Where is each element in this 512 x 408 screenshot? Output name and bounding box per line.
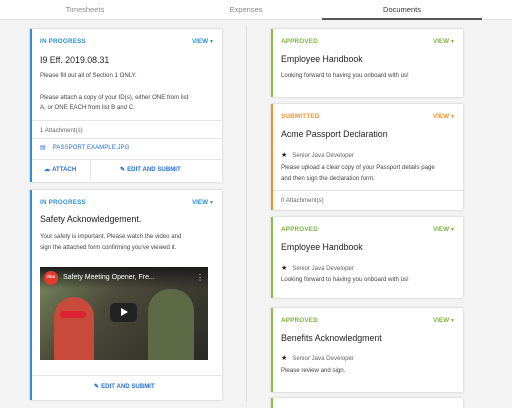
card-body-line: Please review and sign. bbox=[281, 367, 346, 374]
card-title: Employee Handbook bbox=[281, 242, 363, 252]
pencil-icon: ✎ bbox=[94, 383, 100, 390]
role-text: Senior Java Developer bbox=[292, 355, 354, 362]
role-label: ★ Senior Java Developer bbox=[281, 151, 354, 159]
card-title: Acme Passport Declaration bbox=[281, 129, 388, 139]
card-body-line: Looking forward to having you onboard wi… bbox=[281, 72, 409, 79]
status-badge: APPROVED bbox=[281, 226, 318, 233]
view-dropdown[interactable]: VIEW▼ bbox=[433, 113, 455, 120]
document-card-partial bbox=[271, 398, 463, 408]
star-icon: ★ bbox=[281, 265, 288, 272]
card-title: I9 Eff. 2019.08.31 bbox=[40, 55, 110, 65]
view-dropdown[interactable]: VIEW▼ bbox=[433, 317, 455, 324]
document-card-benefits-acknowledgment: APPROVED VIEW▼ Benefits Acknowledgment ★… bbox=[271, 308, 463, 392]
view-label: VIEW bbox=[191, 38, 209, 45]
more-vertical-icon[interactable]: ⋮ bbox=[196, 273, 204, 282]
tab-bar: Timesheets Expenses Documents bbox=[0, 0, 512, 20]
view-dropdown[interactable]: VIEW▼ bbox=[192, 38, 214, 45]
status-badge: IN PROGRESS bbox=[40, 199, 86, 206]
view-label: VIEW bbox=[432, 226, 450, 233]
view-dropdown[interactable]: VIEW▼ bbox=[192, 199, 214, 206]
edit-label: EDIT AND SUBMIT bbox=[127, 166, 181, 173]
view-label: VIEW bbox=[191, 199, 209, 206]
chevron-down-icon: ▼ bbox=[450, 114, 455, 120]
view-label: VIEW bbox=[432, 38, 450, 45]
card-body-line: and then sign the declaration form. bbox=[281, 175, 375, 182]
status-badge: IN PROGRESS bbox=[40, 38, 86, 45]
document-card-safety: IN PROGRESS VIEW▼ Safety Acknowledgement… bbox=[30, 190, 222, 400]
divider bbox=[90, 160, 91, 182]
edit-label: EDIT AND SUBMIT bbox=[101, 383, 155, 390]
attachment-filename: PASSPORT EXAMPLE.JPG bbox=[52, 144, 130, 151]
tab-documents[interactable]: Documents bbox=[322, 0, 482, 20]
divider bbox=[32, 375, 222, 376]
attachment-link[interactable]: ▤ PASSPORT EXAMPLE.JPG bbox=[40, 144, 129, 151]
file-icon: ▤ bbox=[40, 144, 46, 151]
card-body-line: Looking forward to having you onboard wi… bbox=[281, 276, 409, 283]
video-thumbnail-figure bbox=[148, 289, 194, 360]
cloud-upload-icon: ☁ bbox=[44, 166, 51, 173]
chevron-down-icon: ▼ bbox=[450, 318, 455, 324]
chevron-down-icon: ▼ bbox=[209, 39, 214, 45]
divider bbox=[273, 190, 463, 191]
column-divider bbox=[246, 26, 247, 402]
divider bbox=[32, 120, 222, 121]
video-thumbnail-detail bbox=[60, 311, 86, 318]
pencil-icon: ✎ bbox=[120, 166, 126, 173]
video-title: Safety Meeting Opener, Fre... bbox=[63, 274, 155, 281]
role-label: ★ Senior Java Developer bbox=[281, 354, 354, 362]
chevron-down-icon: ▼ bbox=[209, 200, 214, 206]
chevron-down-icon: ▼ bbox=[450, 39, 455, 45]
card-title: Benefits Acknowledgment bbox=[281, 333, 382, 343]
document-card-passport-declaration: SUBMITTED VIEW▼ Acme Passport Declaratio… bbox=[271, 104, 463, 210]
play-icon bbox=[121, 308, 128, 316]
attach-button[interactable]: ☁ ATTACH bbox=[44, 166, 76, 173]
star-icon: ★ bbox=[281, 355, 288, 362]
edit-and-submit-button[interactable]: ✎ EDIT AND SUBMIT bbox=[120, 166, 181, 173]
divider bbox=[32, 138, 222, 139]
status-badge: APPROVED bbox=[281, 317, 318, 324]
attachment-count: 0 Attachment(s) bbox=[281, 197, 324, 204]
card-title: Employee Handbook bbox=[281, 54, 363, 64]
tab-timesheets[interactable]: Timesheets bbox=[0, 0, 170, 20]
view-dropdown[interactable]: VIEW▼ bbox=[433, 226, 455, 233]
channel-logo: dss bbox=[44, 271, 58, 285]
status-badge: SUBMITTED bbox=[281, 113, 320, 120]
view-label: VIEW bbox=[432, 113, 450, 120]
video-thumbnail-figure bbox=[54, 297, 94, 360]
star-icon: ★ bbox=[281, 152, 288, 159]
role-text: Senior Java Developer bbox=[292, 265, 354, 272]
attach-label: ATTACH bbox=[52, 166, 77, 173]
document-card-i9: IN PROGRESS VIEW▼ I9 Eff. 2019.08.31 Ple… bbox=[30, 29, 222, 182]
view-label: VIEW bbox=[432, 317, 450, 324]
video-player[interactable]: dss Safety Meeting Opener, Fre... ⋮ bbox=[40, 267, 208, 360]
edit-and-submit-button[interactable]: ✎ EDIT AND SUBMIT bbox=[94, 383, 155, 390]
card-actions: ☁ ATTACH ✎ EDIT AND SUBMIT bbox=[32, 160, 222, 182]
document-card-employee-handbook: APPROVED VIEW▼ Employee Handbook ★ Senior… bbox=[271, 217, 463, 298]
attachment-count: 1 Attachment(s) bbox=[40, 127, 83, 134]
status-badge: APPROVED bbox=[281, 38, 318, 45]
card-body-line: Your safety is important. Please watch t… bbox=[40, 233, 182, 240]
card-body-line: Please attach a copy of your ID(s), eith… bbox=[40, 94, 189, 101]
card-body-line: Please upload a clear copy of your Passp… bbox=[281, 164, 435, 171]
card-title: Safety Acknowledgement. bbox=[40, 214, 142, 224]
card-body-line: A, or ONE EACH from list B and C. bbox=[40, 104, 135, 111]
card-body-line: Please fill out all of Section 1 ONLY. bbox=[40, 72, 137, 79]
role-label: ★ Senior Java Developer bbox=[281, 264, 354, 272]
tab-expenses[interactable]: Expenses bbox=[170, 0, 322, 20]
role-text: Senior Java Developer bbox=[292, 152, 354, 159]
document-card-employee-handbook: APPROVED VIEW▼ Employee Handbook Looking… bbox=[271, 29, 463, 97]
view-dropdown[interactable]: VIEW▼ bbox=[433, 38, 455, 45]
chevron-down-icon: ▼ bbox=[450, 227, 455, 233]
card-body-line: sign the attached form confirming you've… bbox=[40, 244, 177, 251]
